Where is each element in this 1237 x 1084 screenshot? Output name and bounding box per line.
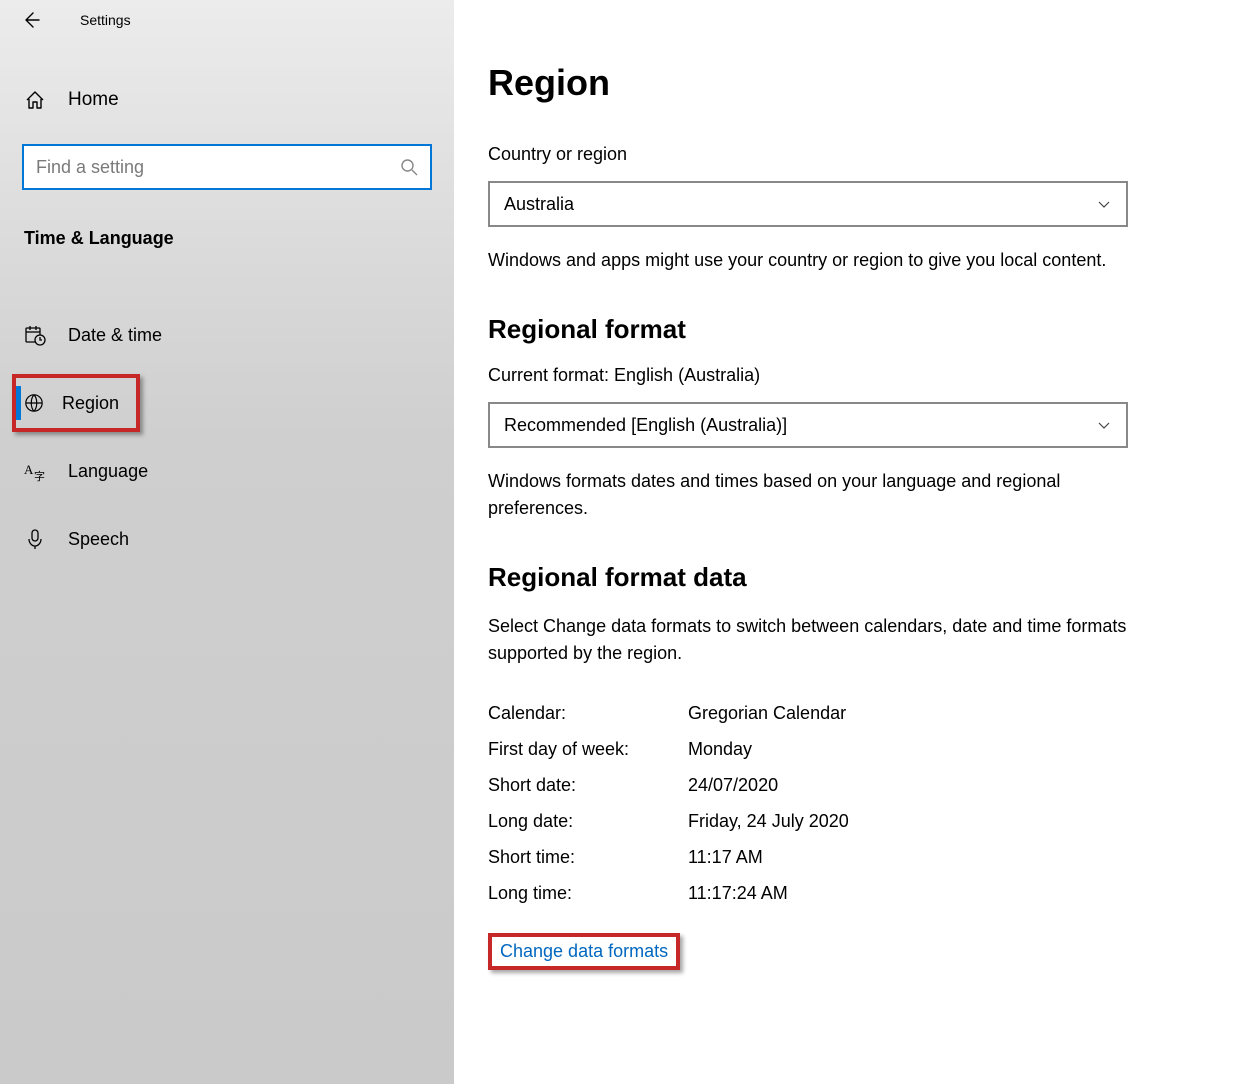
sidebar-item-speech[interactable]: Speech: [0, 505, 454, 573]
v: 24/07/2020: [688, 775, 778, 796]
globe-icon: [24, 392, 46, 414]
chevron-down-icon: [1096, 417, 1112, 433]
data-row-longdate: Long date:Friday, 24 July 2020: [488, 803, 1203, 839]
microphone-icon: [24, 528, 46, 550]
search-box[interactable]: [22, 144, 432, 190]
sidebar-item-label: Language: [68, 461, 148, 482]
page-title: Region: [488, 62, 1203, 104]
country-desc: Windows and apps might use your country …: [488, 247, 1128, 274]
data-row-shorttime: Short time:11:17 AM: [488, 839, 1203, 875]
country-dropdown[interactable]: Australia: [488, 181, 1128, 227]
data-row-firstday: First day of week:Monday: [488, 731, 1203, 767]
k: First day of week:: [488, 739, 688, 760]
format-dropdown[interactable]: Recommended [English (Australia)]: [488, 402, 1128, 448]
sidebar-category: Time & Language: [0, 228, 454, 249]
data-row-calendar: Calendar:Gregorian Calendar: [488, 695, 1203, 731]
k: Long time:: [488, 883, 688, 904]
country-value: Australia: [504, 194, 574, 215]
search-container: [0, 144, 454, 190]
format-current: Current format: English (Australia): [488, 365, 1203, 386]
v: Gregorian Calendar: [688, 703, 846, 724]
search-input[interactable]: [36, 157, 400, 178]
sidebar: Settings Home Time & Language Date & tim…: [0, 0, 454, 1084]
svg-text:A: A: [24, 462, 34, 477]
main-content: Region Country or region Australia Windo…: [454, 0, 1237, 1084]
format-data-grid: Calendar:Gregorian Calendar First day of…: [488, 695, 1203, 911]
sidebar-item-region[interactable]: Region: [12, 374, 140, 432]
format-value: Recommended [English (Australia)]: [504, 415, 787, 436]
titlebar: Settings: [0, 0, 454, 40]
sidebar-item-home[interactable]: Home: [0, 80, 454, 120]
sidebar-item-label: Date & time: [68, 325, 162, 346]
sidebar-item-label: Speech: [68, 529, 129, 550]
change-data-formats-link[interactable]: Change data formats: [488, 933, 680, 970]
v: 11:17 AM: [688, 847, 763, 868]
language-icon: A字: [24, 460, 46, 482]
calendar-clock-icon: [24, 324, 46, 346]
svg-text:字: 字: [34, 469, 45, 482]
v: Friday, 24 July 2020: [688, 811, 849, 832]
sidebar-item-language[interactable]: A字 Language: [0, 437, 454, 505]
search-icon: [400, 158, 418, 176]
country-label: Country or region: [488, 144, 1203, 165]
data-row-longtime: Long time:11:17:24 AM: [488, 875, 1203, 911]
home-icon: [24, 89, 46, 111]
data-desc: Select Change data formats to switch bet…: [488, 613, 1128, 667]
home-label: Home: [68, 89, 119, 111]
format-heading: Regional format: [488, 314, 1203, 345]
data-row-shortdate: Short date:24/07/2020: [488, 767, 1203, 803]
k: Short time:: [488, 847, 688, 868]
k: Long date:: [488, 811, 688, 832]
chevron-down-icon: [1096, 196, 1112, 212]
k: Calendar:: [488, 703, 688, 724]
sidebar-nav: Date & time Region A字 Language Speech: [0, 301, 454, 573]
back-arrow-icon: [22, 11, 40, 29]
format-desc: Windows formats dates and times based on…: [488, 468, 1128, 522]
data-heading: Regional format data: [488, 562, 1203, 593]
back-button[interactable]: [22, 11, 40, 29]
sidebar-item-label: Region: [62, 393, 119, 414]
k: Short date:: [488, 775, 688, 796]
sidebar-item-date-time[interactable]: Date & time: [0, 301, 454, 369]
app-title: Settings: [80, 12, 131, 28]
v: Monday: [688, 739, 752, 760]
v: 11:17:24 AM: [688, 883, 788, 904]
